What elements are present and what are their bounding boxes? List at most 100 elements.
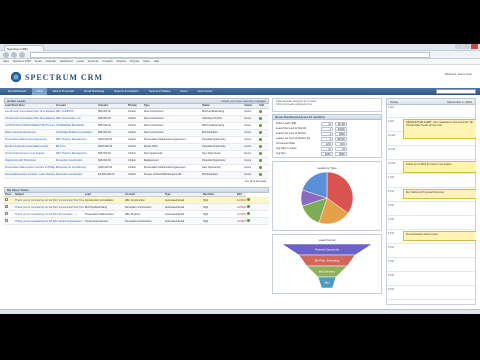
reload-icon[interactable] (19, 52, 25, 58)
nav-item[interactable]: Tools and Utilities (144, 88, 174, 95)
task-edit-cell[interactable] (246, 217, 269, 225)
edit-icon[interactable] (247, 212, 250, 215)
leads-row[interactable]: Services/Preventive Contract - Lake Cham… (4, 171, 269, 179)
leads-cell[interactable]: CONTINUOUS IMPROVEMENT Bid Prep Expansio… (4, 122, 55, 130)
edit-icon[interactable] (247, 219, 250, 222)
nav-item[interactable]: Web & Proposals (49, 88, 79, 95)
nav-item[interactable]: Reports & Analytics (110, 88, 142, 95)
bookmark-item[interactable]: Gmail (35, 60, 42, 63)
leads-edit-cell[interactable] (258, 122, 269, 130)
task-edit-cell[interactable] (246, 210, 269, 218)
checkbox-icon[interactable] (5, 219, 8, 222)
nav-item[interactable]: Setup (176, 88, 191, 95)
edit-icon[interactable] (259, 151, 263, 155)
bookmark-item[interactable]: Projects (130, 60, 139, 63)
leads-cell[interactable]: Tenant Improvement in Los Angeles (4, 150, 55, 158)
edit-icon[interactable] (259, 158, 263, 162)
bookmark-item[interactable]: Contacts (102, 60, 112, 63)
calendar-appointment[interactable]: Re: Follow-Up Proposal Tomorrow (403, 189, 476, 199)
leads-edit-cell[interactable] (258, 150, 269, 158)
bookmark-item[interactable]: Leads (77, 60, 84, 63)
calendar-hour-slot[interactable]: 11 AM (387, 147, 475, 160)
checkbox-icon[interactable] (5, 212, 8, 215)
calendar-appointment[interactable]: Preconstruction client review (403, 231, 476, 241)
calendar-hour-slot[interactable]: 6 PM (387, 245, 475, 258)
calendar-appointment[interactable]: NEWSLETTER ALERT: Your newsletter is due… (403, 119, 476, 139)
calendar-hour-slot[interactable]: 8 AM (387, 105, 475, 118)
forward-icon[interactable] (11, 52, 17, 58)
calendar-appointment[interactable]: Follow up on RFQ for Gwin's new project (403, 161, 476, 173)
leads-cell[interactable]: Construction Consultation Part Time Expa… (4, 115, 55, 123)
close-button[interactable] (471, 44, 478, 49)
leads-row[interactable]: Preventative Maintenance Contract for Br… (4, 164, 269, 172)
leads-edit-cell[interactable] (258, 164, 269, 172)
edit-icon[interactable] (247, 205, 250, 208)
leads-row[interactable]: Preventative Maintenance Agreement ABC Pr… (4, 136, 269, 144)
checkbox-icon[interactable] (5, 198, 8, 201)
tasks-row[interactable]: Thank you for considering our bid (Ref: … (4, 210, 269, 218)
bookmark-item[interactable]: Reports (117, 60, 126, 63)
bookmark-item[interactable]: Dashboard (60, 60, 73, 63)
leads-cell[interactable]: Preventative Maintenance Contract for Br… (4, 164, 55, 172)
task-edit-cell[interactable] (246, 196, 269, 204)
leads-row[interactable]: CONTINUOUS IMPROVEMENT Bid Prep Expansio… (4, 122, 269, 130)
bookmark-item[interactable]: Spectrum CRM (13, 60, 31, 63)
edit-icon[interactable] (259, 172, 263, 176)
minimize-button[interactable] (455, 44, 462, 49)
tasks-cell[interactable]: Thank you for considering our bid (Ref: … (14, 210, 84, 218)
leads-edit-cell[interactable] (258, 171, 269, 179)
calendar-hour-slot[interactable]: 9 PM (387, 287, 475, 300)
maximize-button[interactable] (463, 44, 470, 49)
calendar-hour-slot[interactable]: 3 PM (387, 203, 475, 216)
edit-icon[interactable] (259, 116, 263, 120)
task-edit-cell[interactable] (246, 203, 269, 211)
leads-pager[interactable]: 1 to 10 of 12 Leads (4, 179, 269, 185)
leads-edit-cell[interactable] (258, 108, 269, 116)
leads-edit-cell[interactable] (258, 129, 269, 137)
task-done-cell[interactable] (4, 217, 14, 225)
bookmark-item[interactable]: Calendar (45, 60, 56, 63)
leads-cell[interactable]: Construction Consultation Part Time Expa… (4, 108, 55, 116)
nav-search-input[interactable] (436, 89, 476, 94)
task-done-cell[interactable] (4, 210, 14, 218)
calendar-today-button[interactable]: Today (390, 99, 398, 104)
tasks-row[interactable]: Thank you for considering our bid (Ref: … (4, 203, 269, 211)
calendar-day-view[interactable]: 8 AM 9 AM 10 AM 11 AM 12 PM 1 PM 2 PM 3 PM 4 PM 5… (386, 105, 476, 305)
calendar-hour-slot[interactable]: 8 PM (387, 273, 475, 286)
tasks-row[interactable]: Thank you for considering our bid (Ref: … (4, 217, 269, 225)
bookmark-item[interactable]: Apps (3, 60, 9, 63)
checkbox-icon[interactable] (5, 205, 8, 208)
nav-item[interactable]: CRM (32, 88, 47, 95)
tasks-row[interactable]: Thank you for considering our bid (Ref: … (4, 196, 269, 204)
leads-row[interactable]: Construction Consultation Part Time Expa… (4, 115, 269, 123)
edit-icon[interactable] (259, 130, 263, 134)
url-input[interactable] (30, 52, 430, 58)
edit-icon[interactable] (259, 123, 263, 127)
leads-edit-cell[interactable] (258, 115, 269, 123)
leads-edit-cell[interactable] (258, 143, 269, 151)
edit-icon[interactable] (247, 197, 250, 201)
nav-item[interactable]: My Dashboard (4, 88, 30, 95)
brand-logo[interactable]: SPECTRUM CRM (10, 71, 103, 83)
leads-row[interactable]: Manor General Assessment Cambridge Builde… (4, 129, 269, 137)
leads-row[interactable]: Tenant Improvement in Los Angeles ABC Pro… (4, 150, 269, 158)
leads-row[interactable]: Elevator Inspection & Escalator service B… (4, 143, 269, 151)
leads-cell[interactable]: Elevator Inspection & Escalator service (4, 143, 55, 151)
dashboard-filter[interactable]: ○ Show all leads assigned to my team ○ S… (272, 98, 382, 112)
leads-cell[interactable]: Services/Preventive Contract - Lake Cham… (4, 171, 55, 179)
bookmark-item[interactable]: Help (154, 60, 159, 63)
leads-cell[interactable]: Preventative Maintenance Agreement (4, 136, 55, 144)
edit-icon[interactable] (259, 144, 263, 148)
tasks-cell[interactable]: Thank you for considering our bid (Ref: … (14, 203, 84, 211)
nav-item[interactable]: Help Center (194, 88, 217, 95)
edit-icon[interactable] (259, 109, 263, 113)
leads-cell[interactable]: Opportunity with Preliminary (4, 157, 55, 165)
calendar-hour-slot[interactable]: 1 PM (387, 175, 475, 188)
task-done-cell[interactable] (4, 196, 14, 204)
back-icon[interactable] (3, 52, 9, 58)
leads-row[interactable]: Opportunity with Preliminary Domestics Co… (4, 157, 269, 165)
leads-cell[interactable]: Manor General Assessment (4, 129, 55, 137)
tasks-cell[interactable]: Thank you for considering our bid (Ref: … (14, 196, 84, 204)
bookmark-item[interactable]: Tasks (143, 60, 150, 63)
leads-edit-cell[interactable] (258, 136, 269, 144)
